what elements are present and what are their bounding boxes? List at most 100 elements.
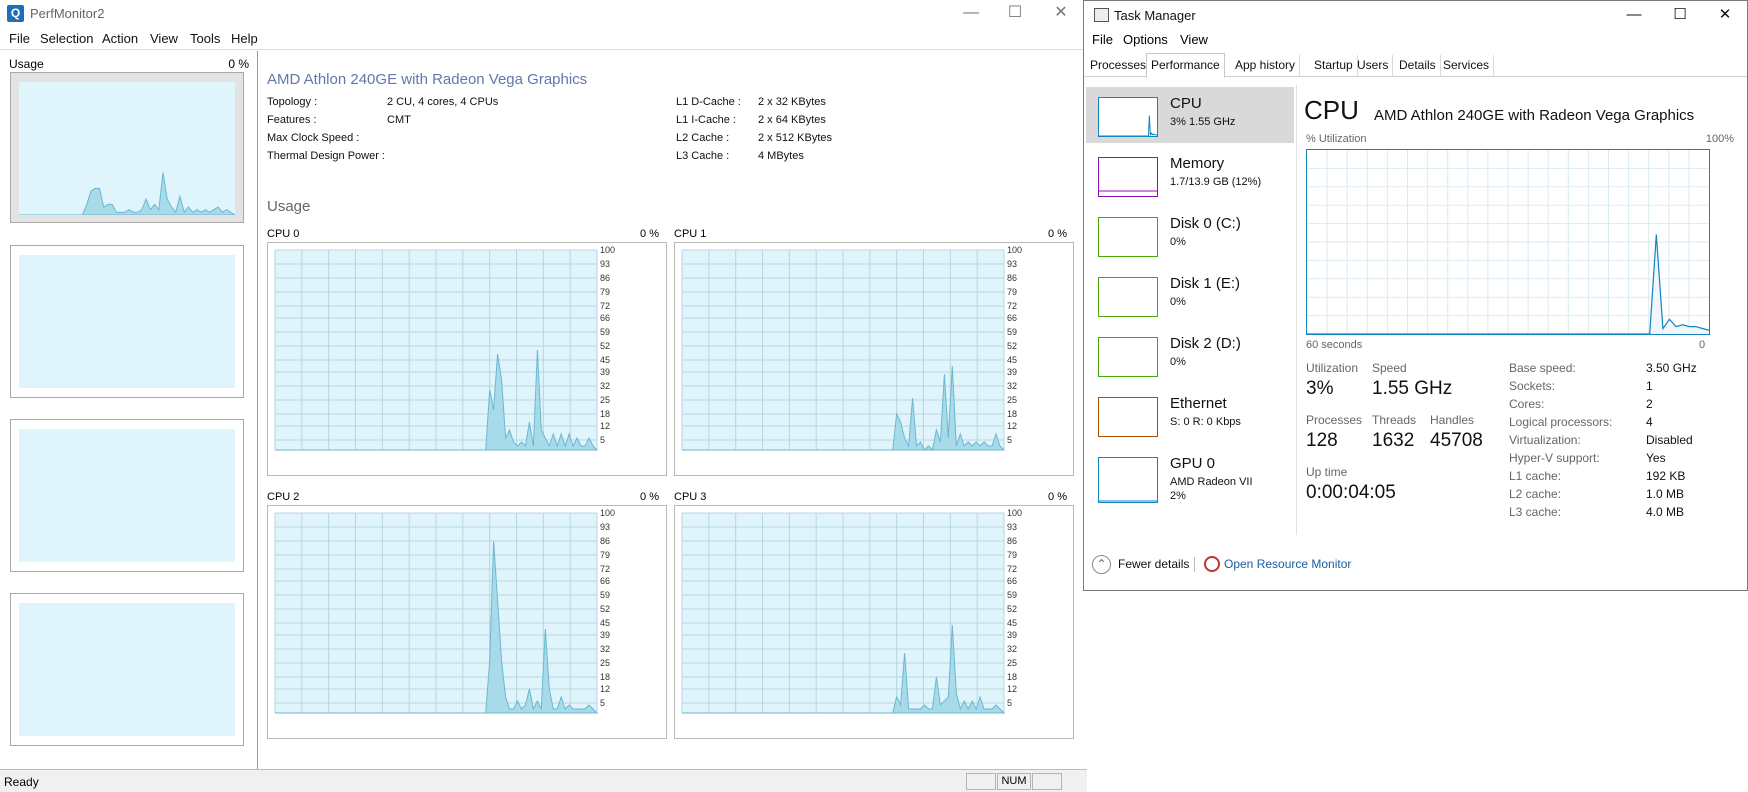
overview-thumb-3[interactable] xyxy=(10,419,244,572)
overview-thumb-usage[interactable] xyxy=(10,72,244,223)
stat-threads-value: 1632 xyxy=(1372,430,1415,451)
y-tick-label: 72 xyxy=(1007,564,1017,574)
stat-processes-value: 128 xyxy=(1306,430,1338,451)
stat-uptime-label: Up time xyxy=(1306,465,1348,479)
overview-panel: Usage 0 % xyxy=(0,51,258,769)
y-tick-label: 32 xyxy=(1007,381,1017,391)
spec-value: 2 x 64 KBytes xyxy=(758,114,826,126)
perfmonitor-title: PerfMonitor2 xyxy=(30,6,105,21)
maximize-icon[interactable]: ☐ xyxy=(992,0,1038,28)
fewer-details-link[interactable]: Fewer details xyxy=(1118,557,1189,571)
tm-menu-options[interactable]: Options xyxy=(1123,32,1168,47)
tm-menu-file[interactable]: File xyxy=(1092,32,1113,47)
prop-value: 3.50 GHz xyxy=(1646,361,1697,375)
utilization-axis-max: 100% xyxy=(1705,133,1734,145)
resource-sub: 3% 1.55 GHz xyxy=(1170,116,1236,128)
y-tick-label: 52 xyxy=(1007,341,1017,351)
y-tick-label: 12 xyxy=(1007,421,1017,431)
cpu-name: AMD Athlon 240GE with Radeon Vega Graphi… xyxy=(267,71,588,88)
maximize-icon[interactable]: ☐ xyxy=(1657,1,1703,29)
minimize-icon[interactable]: — xyxy=(1611,1,1657,29)
resource-monitor-icon[interactable] xyxy=(1204,556,1220,572)
spec-key: Thermal Design Power : xyxy=(267,150,385,162)
cpu-3-label: CPU 3 xyxy=(674,491,707,503)
tab-processes[interactable]: Processes xyxy=(1086,55,1152,77)
y-tick-label: 18 xyxy=(600,672,610,682)
spec-key: Topology : xyxy=(267,96,318,108)
minimize-icon[interactable]: — xyxy=(948,0,994,28)
prop-key: Base speed: xyxy=(1509,361,1576,375)
overview-empty-graph xyxy=(19,429,235,562)
resource-name: Disk 0 (C:) xyxy=(1170,215,1241,232)
resource-ethernet-thumbnail xyxy=(1098,397,1158,437)
cpu-utilization-graph[interactable] xyxy=(1306,149,1710,335)
resource-memory[interactable]: Memory 1.7/13.9 GB (12%) xyxy=(1086,147,1294,203)
resource-list: CPU 3% 1.55 GHz Memory 1.7/13.9 GB (12%)… xyxy=(1086,85,1298,521)
menu-file[interactable]: File xyxy=(9,31,30,46)
y-tick-label: 100 xyxy=(1007,508,1022,518)
thumbnail-border xyxy=(1098,217,1158,257)
stat-processes-label: Processes xyxy=(1306,413,1363,427)
panel-divider[interactable] xyxy=(1296,85,1297,535)
close-icon[interactable]: ✕ xyxy=(1038,0,1084,28)
resource-disk-2[interactable]: Disk 2 (D:) 0% xyxy=(1086,327,1294,383)
tm-menu-view[interactable]: View xyxy=(1180,32,1208,47)
close-icon[interactable]: ✕ xyxy=(1702,1,1748,29)
tab-users[interactable]: Users xyxy=(1353,55,1394,77)
cpu-0-graph[interactable]: 100 93 86 79 72 66 59 52 45 39 32 25 18 12 5 xyxy=(267,242,667,476)
cpu-1-graph[interactable]: 100 93 86 79 72 66 59 52 45 39 32 25 18 12 5 xyxy=(674,242,1074,476)
resource-disk-thumbnail xyxy=(1098,277,1158,317)
y-tick-label: 59 xyxy=(1007,327,1017,337)
menu-selection[interactable]: Selection xyxy=(40,31,93,46)
y-tick-label: 39 xyxy=(1007,630,1017,640)
y-tick-label: 100 xyxy=(600,245,615,255)
prop-value: 1.0 MB xyxy=(1646,487,1685,501)
y-tick-label: 52 xyxy=(600,604,610,614)
resource-name: GPU 0 xyxy=(1170,455,1216,472)
y-tick-label: 12 xyxy=(600,684,610,694)
tab-details[interactable]: Details xyxy=(1395,55,1441,77)
taskmanager-titlebar[interactable]: Task Manager — ☐ ✕ xyxy=(1084,1,1747,29)
y-tick-label: 45 xyxy=(600,355,610,365)
perfmonitor-menubar: File Selection Action View Tools Help xyxy=(0,28,1087,50)
resource-disk-0[interactable]: Disk 0 (C:) 0% xyxy=(1086,207,1294,263)
overview-thumb-2[interactable] xyxy=(10,245,244,398)
cpu-2-graph[interactable]: 100 93 86 79 72 66 59 52 45 39 32 25 18 12 5 xyxy=(267,505,667,739)
thumbnail-border xyxy=(1098,397,1158,437)
menu-view[interactable]: View xyxy=(150,31,178,46)
tab-performance[interactable]: Performance xyxy=(1146,53,1225,78)
chevron-up-icon[interactable]: ⌃ xyxy=(1092,555,1111,574)
y-tick-label: 25 xyxy=(1007,658,1017,668)
y-tick-label: 86 xyxy=(1007,273,1017,283)
prop-key: L3 cache: xyxy=(1509,505,1562,519)
overview-label: Usage xyxy=(9,57,44,71)
cpu-3-graph[interactable]: 100 93 86 79 72 66 59 52 45 39 32 25 18 12 5 xyxy=(674,505,1074,739)
resource-disk-1[interactable]: Disk 1 (E:) 0% xyxy=(1086,267,1294,323)
tab-services[interactable]: Services xyxy=(1439,55,1495,77)
prop-value: 1 xyxy=(1646,379,1653,393)
spec-key: L2 Cache : xyxy=(676,132,730,144)
resource-cpu[interactable]: CPU 3% 1.55 GHz xyxy=(1086,87,1294,143)
tab-app-history[interactable]: App history xyxy=(1231,55,1301,77)
tab-startup[interactable]: Startup xyxy=(1310,55,1358,77)
thumbnail-border xyxy=(1098,337,1158,377)
spec-value: CMT xyxy=(387,114,411,126)
overview-thumb-4[interactable] xyxy=(10,593,244,746)
y-tick-label: 12 xyxy=(600,421,610,431)
resource-ethernet[interactable]: Ethernet S: 0 R: 0 Kbps xyxy=(1086,387,1294,443)
stat-utilization-value: 3% xyxy=(1306,378,1334,399)
menu-help[interactable]: Help xyxy=(231,31,258,46)
open-resource-monitor-link[interactable]: Open Resource Monitor xyxy=(1224,557,1351,571)
menu-tools[interactable]: Tools xyxy=(190,31,220,46)
resource-disk-thumbnail xyxy=(1098,217,1158,257)
taskmanager-window: Task Manager — ☐ ✕ File Options View Pro… xyxy=(1083,0,1748,591)
prop-key: Logical processors: xyxy=(1509,415,1613,429)
taskmanager-menubar: File Options View xyxy=(1084,30,1747,50)
thumbnail-border xyxy=(1098,457,1158,503)
time-axis-right: 0 xyxy=(1699,339,1706,351)
footer-separator xyxy=(1194,557,1195,572)
taskmanager-app-icon xyxy=(1094,8,1109,22)
perfmonitor-titlebar[interactable]: Q PerfMonitor2 — ☐ ✕ xyxy=(0,0,1087,28)
resource-gpu-0[interactable]: GPU 0 AMD Radeon VII 2% xyxy=(1086,447,1294,513)
menu-action[interactable]: Action xyxy=(102,31,138,46)
